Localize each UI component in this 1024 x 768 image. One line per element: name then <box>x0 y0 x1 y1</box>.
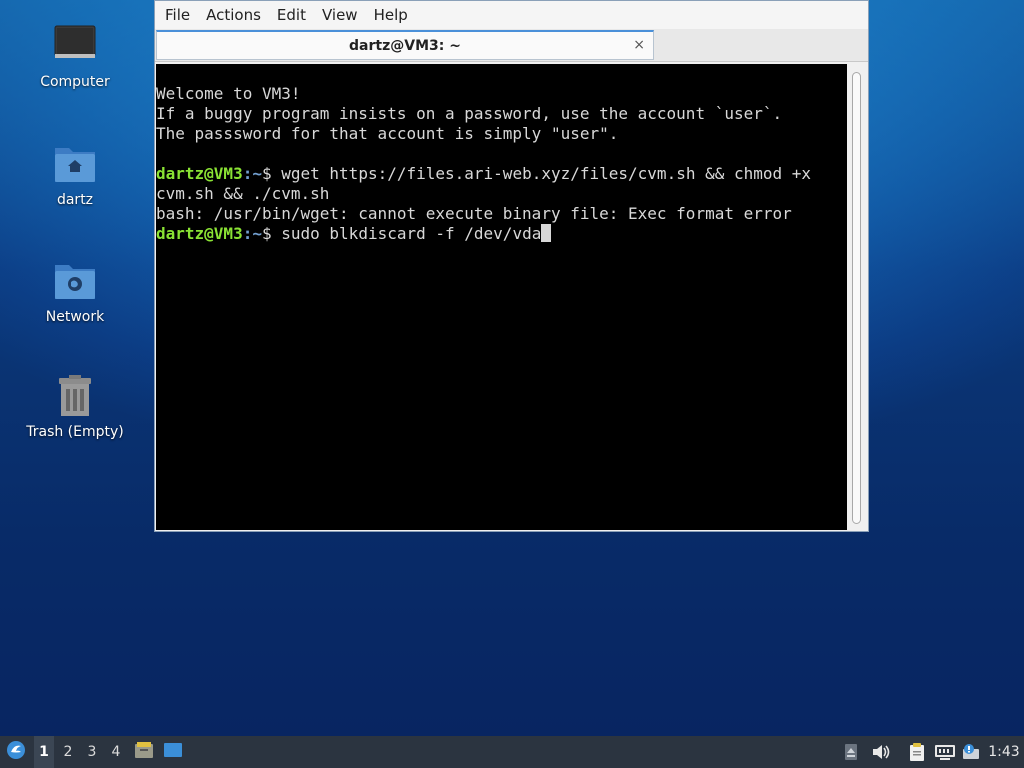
terminal-line: Welcome to VM3! <box>156 84 301 103</box>
menu-file[interactable]: File <box>157 1 198 29</box>
clipboard-icon[interactable] <box>906 736 928 768</box>
terminal-line: bash: /usr/bin/wget: cannot execute bina… <box>156 204 792 223</box>
scrollbar-thumb[interactable] <box>852 72 861 524</box>
show-desktop-button[interactable] <box>162 736 184 768</box>
volume-icon[interactable] <box>870 736 892 768</box>
taskbar: 1 2 3 4 1:43 <box>0 736 1024 768</box>
terminal-line: If a buggy program insists on a password… <box>156 104 783 123</box>
terminal-line: cvm.sh && ./cvm.sh <box>156 184 330 203</box>
terminal-line: The passsword for that account is simply… <box>156 124 619 143</box>
command-text: wget https://files.ari-web.xyz/files/cvm… <box>281 164 812 183</box>
network-status-icon[interactable] <box>933 736 957 768</box>
workspace-1[interactable]: 1 <box>34 736 54 768</box>
command-input[interactable]: sudo blkdiscard -f /dev/vda <box>281 224 541 243</box>
desktop-icon-label: dartz <box>56 192 94 208</box>
desktop-icon <box>163 740 183 764</box>
app-menu-icon <box>6 740 26 764</box>
clock[interactable]: 1:43 <box>986 736 1022 768</box>
desktop-icon-label: Trash (Empty) <box>26 424 124 440</box>
desktop-icon-computer[interactable]: Computer <box>20 22 130 90</box>
desktop-icon-network[interactable]: Network <box>20 257 130 325</box>
terminal-line: dartz@VM3:~$ sudo blkdiscard -f /dev/vda <box>156 224 848 244</box>
text-cursor <box>541 224 552 242</box>
desktop-icon-label: Computer <box>40 74 110 90</box>
computer-icon <box>51 22 99 70</box>
close-icon[interactable]: × <box>633 37 645 53</box>
prompt-dollar: $ <box>261 164 282 183</box>
start-menu-button[interactable] <box>4 736 28 768</box>
prompt-colon: : <box>242 224 253 243</box>
workspace-4[interactable]: 4 <box>106 736 126 768</box>
notification-icon[interactable] <box>960 736 982 768</box>
prompt-colon: : <box>242 164 253 183</box>
menu-view[interactable]: View <box>314 1 366 29</box>
workspace-2[interactable]: 2 <box>58 736 78 768</box>
tab-bar: dartz@VM3: ~ × <box>155 29 868 62</box>
trash-icon <box>51 372 99 420</box>
terminal-output[interactable]: Welcome to VM3! If a buggy program insist… <box>156 64 848 530</box>
prompt-path: ~ <box>252 224 262 243</box>
terminal-tab[interactable]: dartz@VM3: ~ × <box>156 30 654 60</box>
desktop-icon-label: Network <box>45 309 105 325</box>
workspace-3[interactable]: 3 <box>82 736 102 768</box>
prompt-path: ~ <box>252 164 262 183</box>
home-folder-icon <box>51 140 99 188</box>
prompt-dollar: $ <box>261 224 282 243</box>
menu-bar: File Actions Edit View Help <box>155 1 868 29</box>
desktop-icon-home[interactable]: dartz <box>20 140 130 208</box>
menu-help[interactable]: Help <box>366 1 416 29</box>
desktop-icon-trash[interactable]: Trash (Empty) <box>20 372 130 440</box>
terminal-line: dartz@VM3:~$ wget https://files.ari-web.… <box>156 164 848 184</box>
scrollbar[interactable] <box>847 64 867 530</box>
menu-actions[interactable]: Actions <box>198 1 269 29</box>
network-folder-icon <box>51 257 99 305</box>
file-manager-icon <box>134 740 154 764</box>
tab-title: dartz@VM3: ~ <box>349 37 461 54</box>
menu-edit[interactable]: Edit <box>269 1 314 29</box>
terminal-window: File Actions Edit View Help dartz@VM3: ~… <box>154 0 869 532</box>
prompt-user: dartz@VM3 <box>156 164 243 183</box>
eject-icon[interactable] <box>842 736 860 768</box>
prompt-user: dartz@VM3 <box>156 224 243 243</box>
file-manager-launcher[interactable] <box>133 736 155 768</box>
